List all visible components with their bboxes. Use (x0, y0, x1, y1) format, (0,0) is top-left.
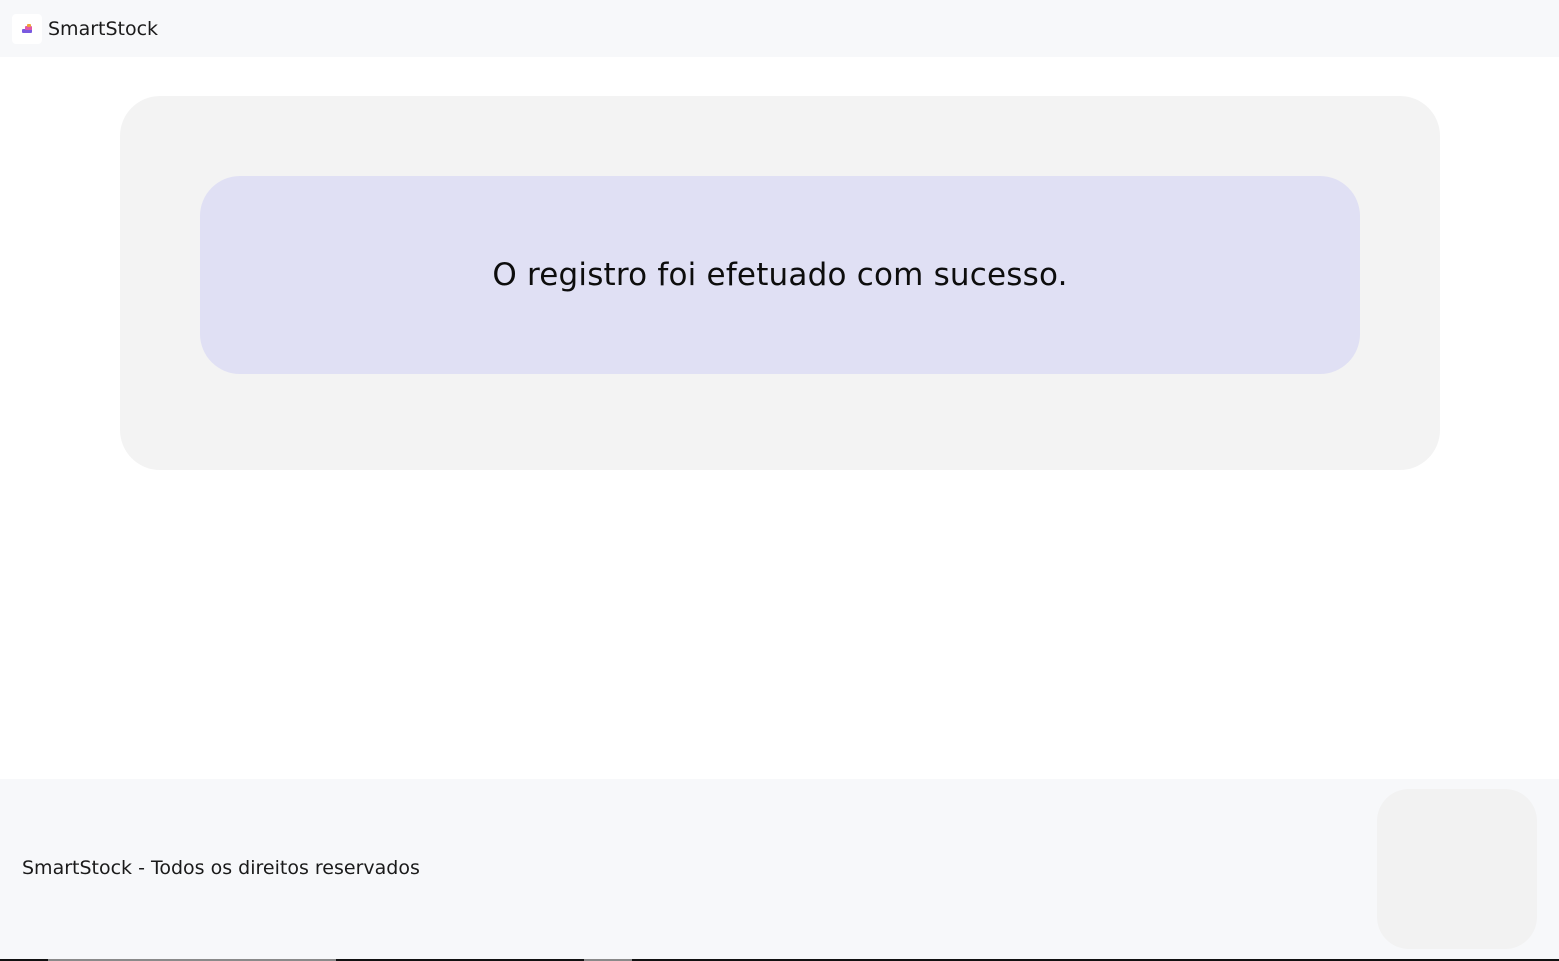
success-message-box: O registro foi efetuado com sucesso. (200, 176, 1360, 374)
success-message: O registro foi efetuado com sucesso. (492, 257, 1068, 293)
footer-widget-placeholder (1377, 789, 1537, 949)
footer-copyright: SmartStock - Todos os direitos reservado… (22, 857, 420, 879)
brand-logo-link[interactable] (12, 13, 42, 44)
footer: SmartStock - Todos os direitos reservado… (0, 779, 1559, 959)
brand-name[interactable]: SmartStock (48, 18, 158, 40)
content-card: O registro foi efetuado com sucesso. (120, 96, 1440, 470)
smartstock-logo-icon (22, 23, 32, 33)
top-navbar: SmartStock (0, 0, 1559, 57)
